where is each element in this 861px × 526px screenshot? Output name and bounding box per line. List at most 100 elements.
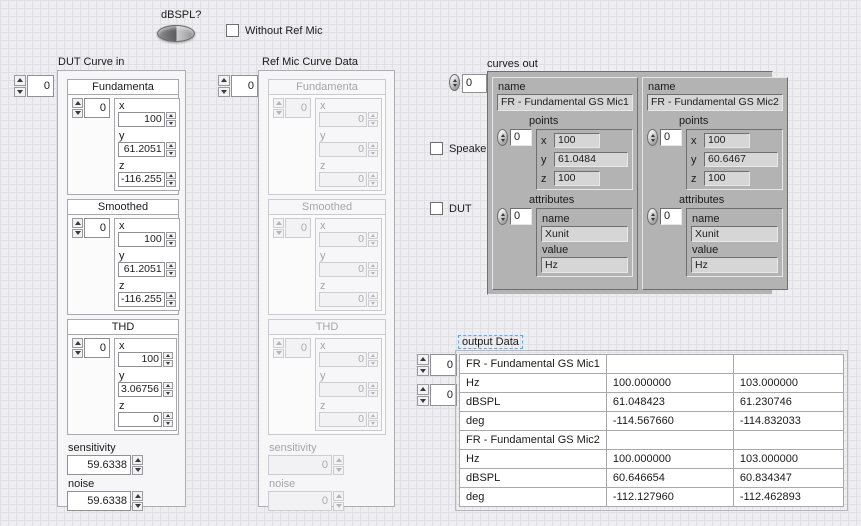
- y-value-field[interactable]: 61.2051: [118, 262, 165, 277]
- spinner-up-button[interactable]: [72, 218, 83, 228]
- spinner-down-button[interactable]: [417, 366, 429, 377]
- spinner-up-button[interactable]: [218, 75, 230, 86]
- table-cell[interactable]: FR - Fundamental GS Mic2: [460, 431, 607, 450]
- spinner-up-button[interactable]: [166, 262, 176, 269]
- spinner-down-button[interactable]: [368, 150, 378, 157]
- table-cell[interactable]: -112.127960: [606, 488, 733, 507]
- table-cell[interactable]: deg: [460, 488, 607, 507]
- section-index-spinner[interactable]: [273, 218, 284, 238]
- spinner-up-button[interactable]: [368, 262, 378, 269]
- curve-name-field[interactable]: FR - Fundamental GS Mic1: [497, 94, 633, 111]
- spinner-down-button[interactable]: [166, 150, 176, 157]
- spinner-up-button[interactable]: [166, 232, 176, 239]
- x-value-field[interactable]: 0: [319, 112, 367, 127]
- table-cell[interactable]: 60.834347: [733, 469, 843, 488]
- spinner-down-button[interactable]: [368, 240, 378, 247]
- section-index-spinner[interactable]: [273, 98, 284, 118]
- spinner-up-button[interactable]: [368, 112, 378, 119]
- x-value-field[interactable]: 100: [118, 232, 165, 247]
- spinner-up-button[interactable]: [132, 455, 143, 465]
- table-cell[interactable]: [606, 355, 733, 374]
- section-index-value[interactable]: 0: [84, 218, 110, 238]
- z-value-field[interactable]: 100: [704, 171, 750, 186]
- spinner-down-button[interactable]: [163, 390, 173, 397]
- spinner-down-button[interactable]: [166, 180, 176, 187]
- x-spinner[interactable]: [368, 352, 378, 367]
- spinner-down-button[interactable]: [132, 466, 143, 476]
- attributes-index-value[interactable]: 0: [510, 208, 532, 225]
- z-value-field[interactable]: 0: [319, 412, 367, 427]
- table-cell[interactable]: 61.048423: [606, 393, 733, 412]
- table-cell[interactable]: -114.567660: [606, 412, 733, 431]
- spinner-up-button[interactable]: [166, 172, 176, 179]
- curves-out-index-control[interactable]: 0: [449, 74, 487, 93]
- spinner-down-button[interactable]: [72, 349, 83, 359]
- spinner-down-button[interactable]: [166, 270, 176, 277]
- spinner-up-button[interactable]: [368, 292, 378, 299]
- spinner-down-button[interactable]: [166, 300, 176, 307]
- points-index-value[interactable]: 0: [510, 129, 532, 146]
- attributes-index-spinner[interactable]: [497, 208, 508, 225]
- spinner-up-button[interactable]: [273, 98, 284, 108]
- spinner-up-button[interactable]: [163, 352, 173, 359]
- spinner-up-button[interactable]: [166, 142, 176, 149]
- table-cell[interactable]: 60.646654: [606, 469, 733, 488]
- table-cell[interactable]: dBSPL: [460, 469, 607, 488]
- spinner-up-button[interactable]: [368, 142, 378, 149]
- x-spinner[interactable]: [166, 112, 176, 127]
- z-spinner[interactable]: [368, 412, 378, 427]
- table-cell[interactable]: 61.230746: [733, 393, 843, 412]
- curve-name-field[interactable]: FR - Fundamental GS Mic2: [647, 94, 783, 111]
- spinner-up-button[interactable]: [368, 172, 378, 179]
- spinner-up-button[interactable]: [417, 384, 429, 395]
- y-value-field[interactable]: 60.6467: [704, 152, 778, 167]
- table-col-index-control[interactable]: 0: [417, 384, 457, 406]
- spinner-up-button[interactable]: [368, 352, 378, 359]
- checkbox-icon[interactable]: [430, 202, 443, 215]
- z-value-field[interactable]: 0: [319, 172, 367, 187]
- table-cell[interactable]: [733, 355, 843, 374]
- z-value-field[interactable]: -116.255: [118, 292, 165, 307]
- noise-spinner[interactable]: [132, 491, 143, 511]
- ref-mic-index-value[interactable]: 0: [231, 75, 258, 97]
- z-value-field[interactable]: 0: [118, 412, 162, 427]
- section-index-value[interactable]: 0: [285, 98, 311, 118]
- y-value-field[interactable]: 61.2051: [118, 142, 165, 157]
- y-value-field[interactable]: 0: [319, 262, 367, 277]
- z-spinner[interactable]: [368, 172, 378, 187]
- y-value-field[interactable]: 61.0484: [554, 152, 628, 167]
- spinner-down-button[interactable]: [368, 360, 378, 367]
- dut-curve-index-value[interactable]: 0: [27, 75, 54, 97]
- spinner-up-button[interactable]: [72, 98, 83, 108]
- ref-mic-index-control[interactable]: 0: [218, 75, 258, 97]
- points-index-spinner[interactable]: [647, 129, 658, 146]
- checkbox-icon[interactable]: [430, 142, 443, 155]
- y-value-field[interactable]: 0: [319, 382, 367, 397]
- spinner-up-button[interactable]: [132, 491, 143, 501]
- dut-checkbox[interactable]: DUT: [430, 202, 472, 215]
- table-cell[interactable]: dBSPL: [460, 393, 607, 412]
- z-spinner[interactable]: [166, 172, 176, 187]
- spinner-up-button[interactable]: [273, 218, 284, 228]
- dut-curve-index-spinner[interactable]: [14, 75, 26, 97]
- y-spinner[interactable]: [368, 142, 378, 157]
- table-row-index-spinner[interactable]: [417, 354, 429, 376]
- attributes-index-spinner[interactable]: [647, 208, 658, 225]
- x-spinner[interactable]: [166, 232, 176, 247]
- spinner-up-button[interactable]: [273, 338, 284, 348]
- z-value-field[interactable]: 0: [319, 292, 367, 307]
- points-index-value[interactable]: 0: [660, 129, 682, 146]
- x-value-field[interactable]: 100: [118, 352, 162, 367]
- section-index-control[interactable]: 0: [273, 338, 311, 358]
- x-spinner[interactable]: [368, 112, 378, 127]
- table-cell[interactable]: deg: [460, 412, 607, 431]
- spinner-up-button[interactable]: [368, 232, 378, 239]
- table-row-index-control[interactable]: 0: [417, 354, 457, 376]
- spinner-up-button[interactable]: [417, 354, 429, 365]
- y-spinner[interactable]: [166, 262, 176, 277]
- table-cell[interactable]: 103.000000: [733, 374, 843, 393]
- x-spinner[interactable]: [163, 352, 173, 367]
- section-index-control[interactable]: 0: [72, 98, 110, 118]
- table-cell[interactable]: -114.832033: [733, 412, 843, 431]
- z-spinner[interactable]: [166, 292, 176, 307]
